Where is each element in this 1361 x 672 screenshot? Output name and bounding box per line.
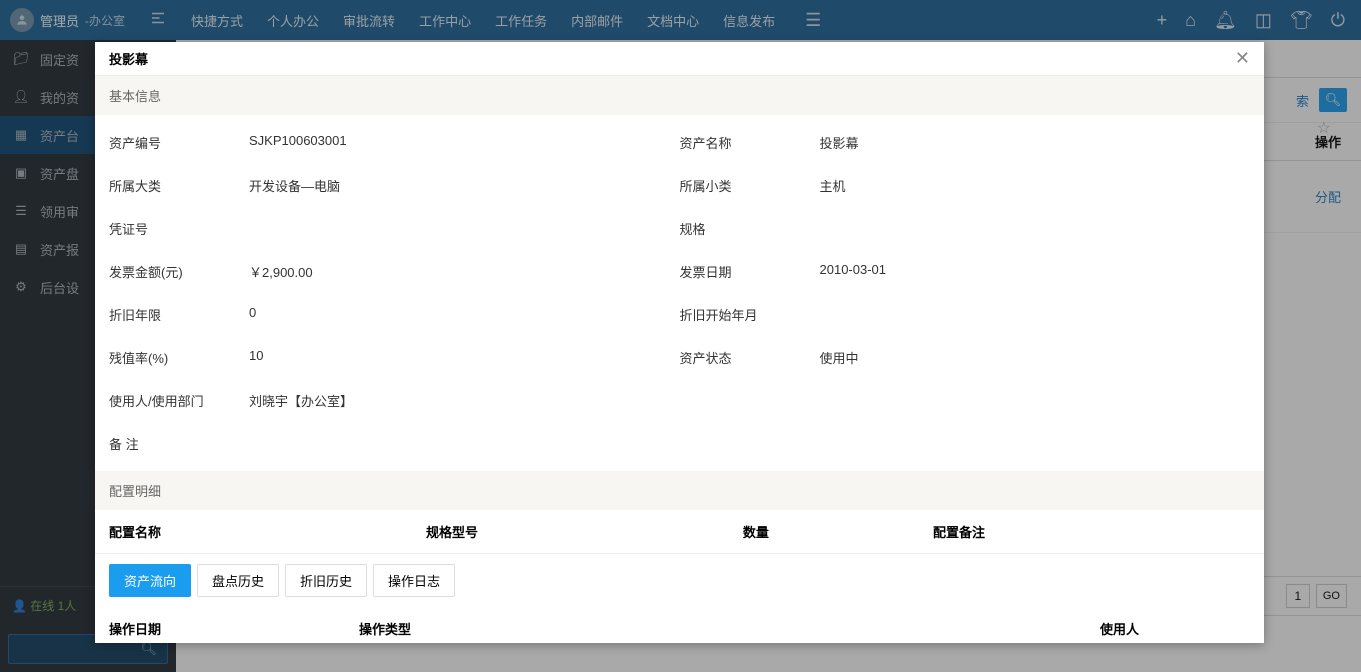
tab-row: 资产流向 盘点历史 折旧历史 操作日志 xyxy=(95,554,1264,607)
flow-col-user: 使用人 xyxy=(1100,619,1250,638)
config-title: 配置明细 xyxy=(95,471,1264,510)
asset-no-label: 资产编号 xyxy=(109,133,249,152)
residual-value: 10 xyxy=(249,348,263,367)
status-label: 资产状态 xyxy=(680,348,820,367)
user-value: 刘晓宇【办公室】 xyxy=(249,391,353,410)
asset-name: 投影幕 xyxy=(820,133,859,152)
inv-date-value: 2010-03-01 xyxy=(820,262,887,281)
residual-label: 残值率(%) xyxy=(109,348,249,367)
close-icon[interactable]: ✕ xyxy=(1235,48,1250,69)
asset-detail-modal: 投影幕 ✕ 基本信息 资产编号SJKP100603001 资产名称投影幕 所属大… xyxy=(95,42,1264,643)
dep-years-value: 0 xyxy=(249,305,256,324)
amount-label: 发票金额(元) xyxy=(109,262,249,281)
tab-log[interactable]: 操作日志 xyxy=(373,564,455,597)
dep-years-label: 折旧年限 xyxy=(109,305,249,324)
amount-value: ￥2,900.00 xyxy=(249,262,313,281)
modal-body[interactable]: 基本信息 资产编号SJKP100603001 资产名称投影幕 所属大类开发设备—… xyxy=(95,76,1264,643)
user-label: 使用人/使用部门 xyxy=(109,391,249,410)
remark-label: 备 注 xyxy=(109,434,249,453)
flow-col-type: 操作类型 xyxy=(359,619,1100,638)
status-value: 使用中 xyxy=(820,348,859,367)
major-value: 开发设备—电脑 xyxy=(249,176,340,195)
cfg-col-qty: 数量 xyxy=(743,522,933,541)
cfg-col-name: 配置名称 xyxy=(109,522,426,541)
basic-info-title: 基本信息 xyxy=(95,76,1264,115)
major-label: 所属大类 xyxy=(109,176,249,195)
flow-header: 操作日期 操作类型 使用人 xyxy=(95,607,1264,643)
voucher-label: 凭证号 xyxy=(109,219,249,238)
tab-check-history[interactable]: 盘点历史 xyxy=(197,564,279,597)
minor-value: 主机 xyxy=(820,176,846,195)
asset-name-label: 资产名称 xyxy=(680,133,820,152)
flow-col-date: 操作日期 xyxy=(109,619,359,638)
tab-flow[interactable]: 资产流向 xyxy=(109,564,191,597)
config-header: 配置名称 规格型号 数量 配置备注 xyxy=(95,510,1264,554)
inv-date-label: 发票日期 xyxy=(680,262,820,281)
dep-start-label: 折旧开始年月 xyxy=(680,305,820,324)
tab-depreciation[interactable]: 折旧历史 xyxy=(285,564,367,597)
spec-label: 规格 xyxy=(680,219,820,238)
modal-header: 投影幕 ✕ xyxy=(95,42,1264,76)
cfg-col-remark: 配置备注 xyxy=(933,522,1250,541)
asset-no: SJKP100603001 xyxy=(249,133,347,152)
modal-title: 投影幕 xyxy=(109,49,148,68)
basic-info-grid: 资产编号SJKP100603001 资产名称投影幕 所属大类开发设备—电脑 所属… xyxy=(95,115,1264,471)
cfg-col-spec: 规格型号 xyxy=(426,522,743,541)
minor-label: 所属小类 xyxy=(680,176,820,195)
